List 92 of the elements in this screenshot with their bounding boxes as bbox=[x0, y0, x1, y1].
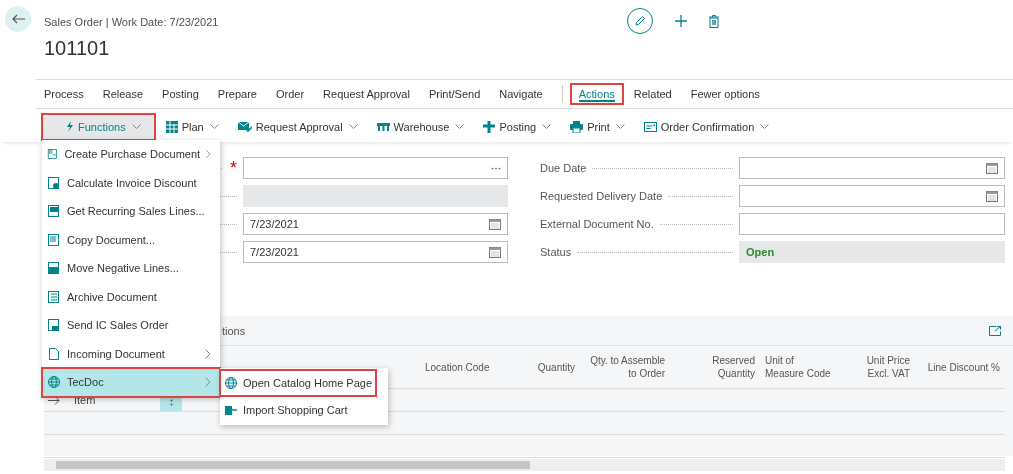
chevron-right-icon bbox=[206, 149, 211, 160]
edit-button[interactable] bbox=[627, 8, 653, 34]
menu-item[interactable]: Move Negative Lines... bbox=[42, 254, 220, 283]
input-field[interactable] bbox=[243, 157, 508, 179]
date-field[interactable]: 7/23/2021 bbox=[243, 241, 508, 263]
menu-item[interactable]: Create Purchase Document bbox=[42, 140, 220, 169]
document-icon bbox=[47, 147, 59, 162]
action-menu-button[interactable]: Posting bbox=[475, 113, 560, 140]
action-menu-button[interactable]: Request Approval bbox=[229, 113, 366, 140]
menu-item[interactable]: Copy Document... bbox=[42, 225, 220, 254]
calendar-icon[interactable] bbox=[986, 162, 998, 174]
menu-item[interactable]: Calculate Invoice Discount bbox=[42, 168, 220, 197]
chevron-right-icon bbox=[205, 377, 211, 388]
breadcrumb: Sales Order | Work Date: 7/23/2021 bbox=[44, 16, 220, 28]
document-icon bbox=[47, 232, 61, 247]
action-menu-button[interactable]: Print bbox=[562, 113, 633, 140]
page-title: 101101 bbox=[44, 37, 111, 60]
column-header: Quantity bbox=[537, 360, 575, 374]
back-button[interactable] bbox=[5, 6, 31, 32]
action-menu-button[interactable]: Warehouse bbox=[368, 113, 473, 140]
required-marker: * bbox=[230, 159, 237, 177]
field-label: Status bbox=[540, 246, 572, 258]
document-icon bbox=[47, 175, 61, 190]
lightning-icon bbox=[66, 121, 74, 132]
page-icon bbox=[47, 346, 61, 361]
chevron-down-icon bbox=[348, 123, 358, 130]
globe-icon bbox=[47, 375, 61, 390]
chevron-right-icon bbox=[205, 348, 211, 359]
tab[interactable]: Process bbox=[36, 84, 92, 104]
menu-item[interactable]: TecDoc bbox=[42, 368, 220, 397]
tab[interactable]: Posting bbox=[154, 84, 207, 104]
tab[interactable]: Prepare bbox=[209, 84, 265, 104]
column-header: Location Code bbox=[425, 360, 490, 374]
input-field[interactable] bbox=[739, 213, 1005, 235]
grid-icon bbox=[165, 120, 178, 133]
menu-item[interactable]: Send IC Sales Order bbox=[42, 311, 220, 340]
back-arrow-icon bbox=[11, 14, 25, 24]
delete-icon[interactable] bbox=[709, 14, 719, 28]
chevron-down-icon bbox=[209, 123, 219, 130]
action-menu-button[interactable]: Order Confirmation bbox=[635, 113, 778, 140]
field-value: 7/23/2021 bbox=[250, 218, 300, 230]
warehouse-icon bbox=[376, 122, 390, 131]
tab[interactable]: Fewer options bbox=[682, 84, 768, 104]
column-header: Reserved Quantity bbox=[711, 354, 755, 380]
chevron-down-icon bbox=[131, 123, 141, 130]
card-icon bbox=[643, 121, 657, 132]
envelope-check-icon bbox=[237, 121, 252, 132]
document-icon bbox=[47, 318, 61, 333]
date-field[interactable] bbox=[739, 185, 1005, 207]
tab[interactable]: Print/Send bbox=[420, 84, 489, 104]
column-header: Unit Price Excl. VAT bbox=[865, 354, 910, 380]
plus-icon bbox=[483, 120, 496, 133]
chevron-down-icon bbox=[455, 123, 465, 130]
tab[interactable]: Related bbox=[625, 84, 680, 104]
tab[interactable]: Request Approval bbox=[315, 84, 418, 104]
date-field[interactable] bbox=[739, 157, 1005, 179]
tab[interactable]: Navigate bbox=[491, 84, 551, 104]
import-icon bbox=[224, 403, 238, 417]
pencil-icon bbox=[634, 15, 646, 27]
column-header: Qty. to Assemble to Order bbox=[589, 354, 665, 380]
menu-item[interactable]: Open Catalog Home Page bbox=[220, 370, 377, 396]
document-icon bbox=[47, 204, 61, 219]
calendar-icon[interactable] bbox=[489, 218, 501, 230]
action-menu-button[interactable]: Plan bbox=[157, 113, 227, 140]
field-value: 7/23/2021 bbox=[250, 246, 300, 258]
ellipsis-icon[interactable] bbox=[491, 166, 501, 170]
chevron-down-icon bbox=[542, 123, 552, 130]
tab[interactable]: Actions bbox=[570, 84, 623, 104]
printer-icon bbox=[570, 120, 584, 133]
field-label: Requested Delivery Date bbox=[540, 190, 663, 202]
horizontal-scrollbar[interactable] bbox=[44, 459, 1005, 471]
column-header: Line Discount % bbox=[927, 360, 1000, 374]
document-icon bbox=[47, 261, 61, 276]
calendar-icon[interactable] bbox=[489, 246, 501, 258]
field-label: Due Date bbox=[540, 162, 587, 174]
status-value: Open bbox=[746, 246, 776, 258]
field-label: External Document No. bbox=[540, 218, 654, 230]
chevron-down-icon bbox=[760, 123, 770, 130]
column-header: Unit of Measure Code bbox=[765, 354, 832, 380]
chevron-down-icon bbox=[615, 123, 625, 130]
document-icon bbox=[47, 289, 61, 304]
plus-icon[interactable] bbox=[675, 15, 687, 27]
section-title: tions bbox=[222, 324, 246, 337]
tab[interactable]: Order bbox=[267, 84, 313, 104]
expand-icon[interactable] bbox=[989, 325, 1001, 336]
date-field[interactable]: 7/23/2021 bbox=[243, 213, 508, 235]
menu-item[interactable]: Archive Document bbox=[42, 282, 220, 311]
globe-icon bbox=[224, 376, 238, 390]
calendar-icon[interactable] bbox=[986, 190, 998, 202]
menu-item[interactable]: Get Recurring Sales Lines... bbox=[42, 197, 220, 226]
action-menu-button[interactable]: Functions bbox=[42, 113, 155, 140]
tab[interactable]: Release bbox=[94, 84, 152, 104]
